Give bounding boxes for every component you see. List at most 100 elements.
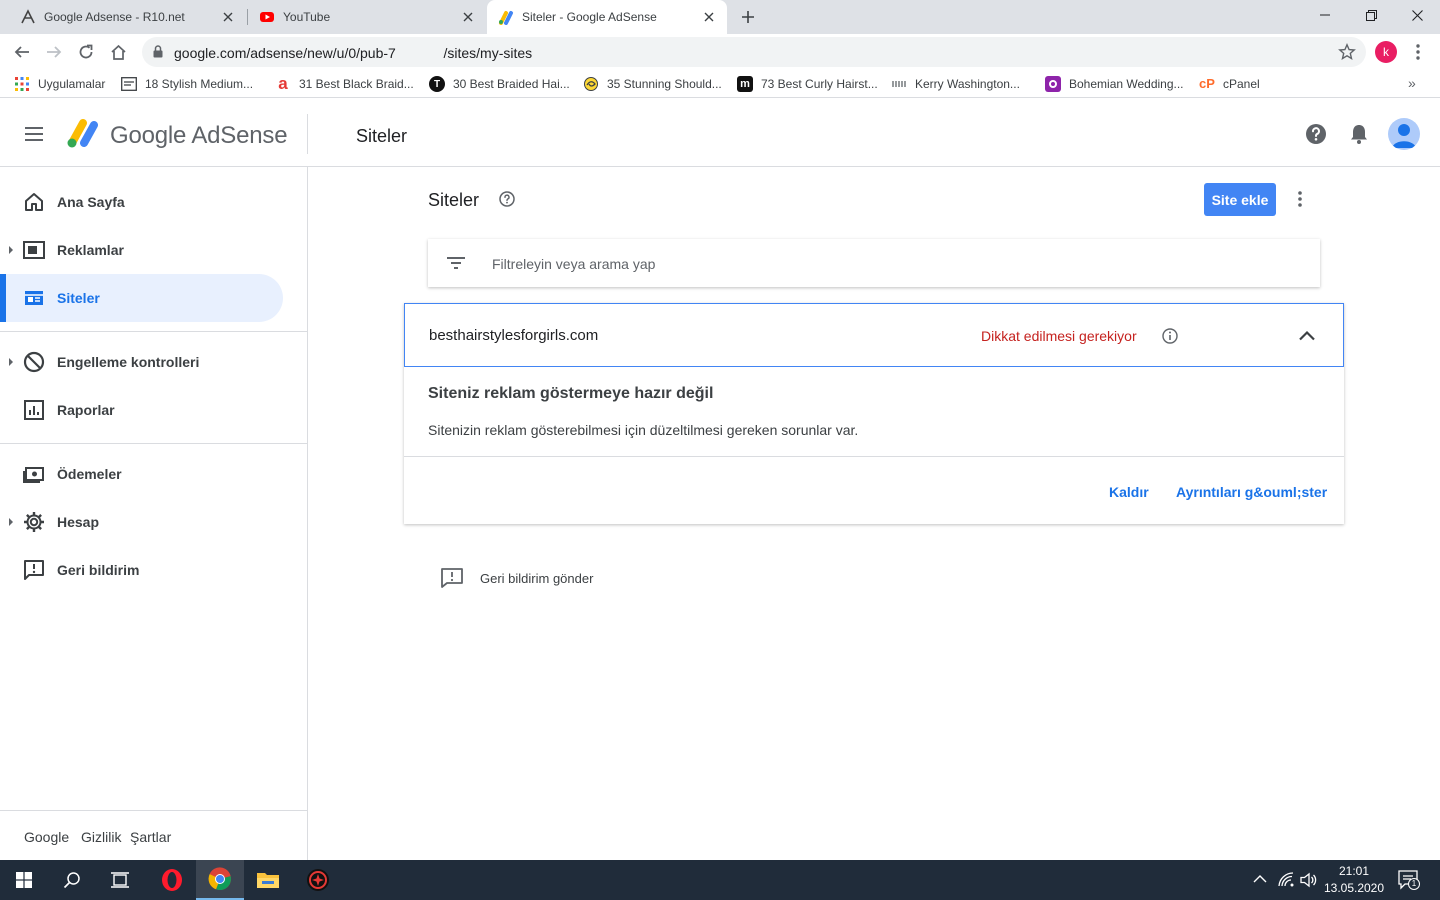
more-options-icon[interactable] xyxy=(1290,187,1310,211)
address-bar[interactable]: google.com/adsense/new/u/0/pub-7 /sites/… xyxy=(142,37,1366,67)
bookmark-apps[interactable]: Uygulamalar xyxy=(14,75,105,93)
volume-speaker-icon[interactable] xyxy=(1300,872,1318,888)
bookmarks-bar: Uygulamalar 18 Stylish Medium... a 31 Be… xyxy=(0,70,1440,98)
restore-window-button[interactable] xyxy=(1348,0,1394,30)
youtube-favicon-icon xyxy=(259,9,275,25)
bookmark-item[interactable]: cP cPanel xyxy=(1199,75,1260,93)
card-divider xyxy=(404,456,1344,457)
add-site-button[interactable]: Site ekle xyxy=(1204,183,1276,216)
close-tab-icon[interactable] xyxy=(460,9,476,25)
close-tab-icon[interactable] xyxy=(220,9,236,25)
page-icon xyxy=(121,76,137,92)
tab-adsense-active[interactable]: Siteler - Google AdSense xyxy=(487,0,727,34)
sidebar-divider xyxy=(0,443,307,444)
remove-site-link[interactable]: Kaldır xyxy=(1109,484,1149,500)
expand-caret-icon xyxy=(9,518,13,526)
collapse-chevron-up-icon[interactable] xyxy=(1297,326,1317,346)
windows-taskbar: 21:01 13.05.2020 1 xyxy=(0,860,1440,900)
tab-title: YouTube xyxy=(283,10,331,24)
sidebar-item-sites[interactable]: Siteler xyxy=(0,274,283,322)
profile-avatar[interactable]: k xyxy=(1375,41,1397,63)
site-message-body: Sitenizin reklam gösterebilmesi için düz… xyxy=(428,422,859,438)
sidebar-item-reports[interactable]: Raporlar xyxy=(0,386,283,434)
close-tab-icon[interactable] xyxy=(701,9,717,25)
sidebar: Ana Sayfa Reklamlar Siteler Engelleme ko… xyxy=(0,167,308,860)
bookmark-item[interactable]: Kerry Washington... xyxy=(891,75,1020,93)
main-menu-icon[interactable] xyxy=(22,122,46,146)
file-explorer-icon[interactable] xyxy=(244,860,292,900)
task-view-icon[interactable] xyxy=(96,860,144,900)
sidebar-item-blocking-controls[interactable]: Engelleme kontrolleri xyxy=(0,338,283,386)
filter-placeholder: Filtreleyin veya arama yap xyxy=(492,256,656,272)
sidebar-item-payments[interactable]: Ödemeler xyxy=(0,450,283,498)
site-card: besthairstylesforgirls.com Dikkat edilme… xyxy=(404,303,1344,524)
payments-icon xyxy=(22,462,46,486)
tab-r10[interactable]: Google Adsense - R10.net xyxy=(8,0,246,34)
status-badge: Dikkat edilmesi gerekiyor xyxy=(981,328,1137,344)
system-clock[interactable]: 21:01 13.05.2020 xyxy=(1322,863,1386,897)
tab-title: Google Adsense - R10.net xyxy=(44,10,185,24)
ring-icon xyxy=(1045,76,1061,92)
bookmark-item[interactable]: a 31 Best Black Braid... xyxy=(275,75,413,93)
more-bookmarks-icon[interactable]: » xyxy=(1408,75,1416,91)
m-square-icon: m xyxy=(737,76,753,92)
search-icon[interactable] xyxy=(48,860,96,900)
filter-search-input[interactable]: Filtreleyin veya arama yap xyxy=(428,239,1320,287)
show-hidden-icons-chevron-icon[interactable] xyxy=(1253,872,1267,886)
chrome-browser-icon[interactable] xyxy=(196,860,244,900)
url-text: google.com/adsense/new/u/0/pub-7 /sites/… xyxy=(174,45,533,61)
close-window-button[interactable] xyxy=(1394,0,1440,30)
bookmark-star-icon[interactable] xyxy=(1338,43,1356,61)
game-app-icon[interactable] xyxy=(294,860,342,900)
cpanel-icon: cP xyxy=(1199,76,1215,91)
network-wifi-icon[interactable] xyxy=(1278,872,1294,888)
feedback-icon xyxy=(22,558,46,582)
sidebar-item-ads[interactable]: Reklamlar xyxy=(0,226,283,274)
filter-icon xyxy=(444,253,468,273)
google-footer-link[interactable]: Google xyxy=(24,829,69,845)
bookmark-item[interactable]: m 73 Best Curly Hairst... xyxy=(737,75,878,93)
site-card-header[interactable]: besthairstylesforgirls.com Dikkat edilme… xyxy=(404,303,1344,367)
swirl-icon xyxy=(583,76,599,92)
ads-icon xyxy=(22,238,46,262)
bookmark-label: 73 Best Curly Hairst... xyxy=(761,77,878,91)
sites-icon xyxy=(22,286,46,310)
bookmark-item[interactable]: 18 Stylish Medium... xyxy=(121,75,253,93)
help-circle-icon[interactable] xyxy=(498,190,516,208)
new-tab-button[interactable] xyxy=(736,5,760,29)
bookmark-label: Uygulamalar xyxy=(38,77,106,91)
info-icon[interactable] xyxy=(1161,327,1179,345)
account-avatar[interactable] xyxy=(1388,118,1420,150)
bookmark-label: Bohemian Wedding... xyxy=(1069,77,1184,91)
bookmark-label: cPanel xyxy=(1223,77,1260,91)
windows-start-button[interactable] xyxy=(0,860,48,900)
sidebar-item-account[interactable]: Hesap xyxy=(0,498,283,546)
bookmark-item[interactable]: T 30 Best Braided Hai... xyxy=(429,75,570,93)
expand-caret-icon xyxy=(9,246,13,254)
gear-icon xyxy=(22,510,46,534)
show-details-link[interactable]: Ayrıntıları g&ouml;ster xyxy=(1176,484,1327,500)
opera-browser-icon[interactable] xyxy=(148,860,196,900)
lock-icon xyxy=(153,45,163,58)
terms-link[interactable]: Şartlar xyxy=(130,829,171,845)
action-center-notification-icon[interactable]: 1 xyxy=(1398,870,1420,890)
block-icon xyxy=(22,350,46,374)
notifications-bell-icon[interactable] xyxy=(1347,122,1371,146)
help-icon[interactable] xyxy=(1304,122,1328,146)
browser-menu-icon[interactable] xyxy=(1408,40,1428,64)
adsense-logo-icon xyxy=(66,117,100,149)
back-button[interactable] xyxy=(8,38,36,66)
send-feedback-link[interactable]: Geri bildirim gönder xyxy=(440,567,593,589)
home-button[interactable] xyxy=(104,38,132,66)
bookmark-item[interactable]: 35 Stunning Should... xyxy=(583,75,722,93)
sidebar-item-home[interactable]: Ana Sayfa xyxy=(0,178,283,226)
tab-youtube[interactable]: YouTube xyxy=(248,0,486,34)
minimize-window-button[interactable] xyxy=(1302,0,1348,30)
sidebar-item-feedback[interactable]: Geri bildirim xyxy=(0,546,283,594)
forward-button[interactable] xyxy=(40,38,68,66)
reload-button[interactable] xyxy=(72,38,100,66)
bookmark-item[interactable]: Bohemian Wedding... xyxy=(1045,75,1184,93)
adsense-favicon-icon xyxy=(498,9,514,25)
privacy-link[interactable]: Gizlilik xyxy=(81,829,121,845)
sidebar-item-label: Raporlar xyxy=(57,402,115,418)
